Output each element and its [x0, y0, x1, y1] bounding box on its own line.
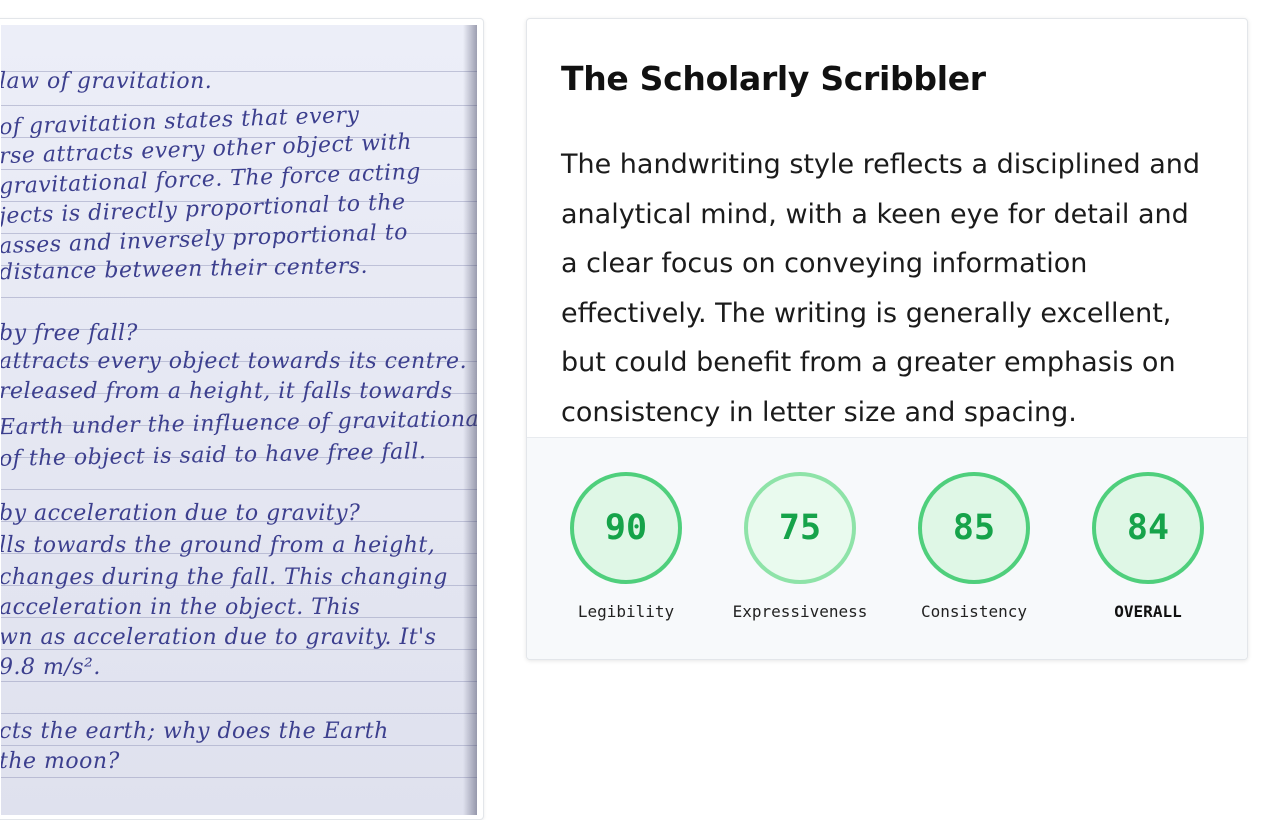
handwriting-line: by free fall?	[1, 321, 138, 346]
score-consistency: 85 Consistency	[887, 472, 1061, 621]
score-label: OVERALL	[1114, 602, 1182, 621]
score-ring: 84	[1092, 472, 1204, 584]
handwriting-line: distance between their centers.	[1, 253, 369, 286]
handwriting-line: released from a height, it falls towards	[1, 379, 453, 404]
score-legibility: 90 Legibility	[539, 472, 713, 621]
handwriting-line: by acceleration due to gravity?	[1, 501, 361, 526]
scores-panel: 90 Legibility 75 Expressiveness 85 Consi…	[527, 437, 1247, 659]
score-ring: 90	[570, 472, 682, 584]
ruled-line	[1, 681, 477, 682]
handwriting-line: Earth under the influence of gravitation…	[1, 406, 477, 441]
handwriting-line: lls towards the ground from a height,	[1, 533, 436, 558]
ruled-line	[1, 105, 477, 106]
card-title: The Scholarly Scribbler	[561, 59, 986, 98]
analysis-card: The Scholarly Scribbler The handwriting …	[526, 18, 1248, 660]
notebook-photo: law of gravitation. of gravitation state…	[1, 25, 477, 815]
page-edge-shadow	[463, 25, 477, 815]
handwriting-line: changes during the fall. This changing	[1, 565, 448, 590]
ruled-line	[1, 745, 477, 746]
score-overall: 84 OVERALL	[1061, 472, 1235, 621]
score-label: Expressiveness	[732, 602, 868, 621]
handwriting-line: attracts every object towards its centre…	[1, 349, 468, 374]
handwriting-line: cts the earth; why does the Earth	[1, 719, 389, 744]
handwriting-photo-card: law of gravitation. of gravitation state…	[0, 18, 484, 820]
handwriting-line: the moon?	[1, 749, 120, 774]
handwriting-line: of the object is said to have free fall.	[1, 439, 427, 472]
handwriting-line: 9.8 m/s².	[1, 655, 101, 680]
score-label: Consistency	[921, 602, 1027, 621]
score-ring: 75	[744, 472, 856, 584]
score-expressiveness: 75 Expressiveness	[713, 472, 887, 621]
handwriting-line: law of gravitation.	[1, 69, 213, 94]
card-description: The handwriting style reflects a discipl…	[561, 149, 1201, 428]
handwriting-line: wn as acceleration due to gravity. It's	[1, 625, 437, 650]
score-ring: 85	[918, 472, 1030, 584]
ruled-line	[1, 777, 477, 778]
handwriting-line: acceleration in the object. This	[1, 595, 361, 620]
ruled-line	[1, 713, 477, 714]
ruled-line	[1, 489, 477, 490]
ruled-line	[1, 297, 477, 298]
score-label: Legibility	[577, 602, 675, 621]
